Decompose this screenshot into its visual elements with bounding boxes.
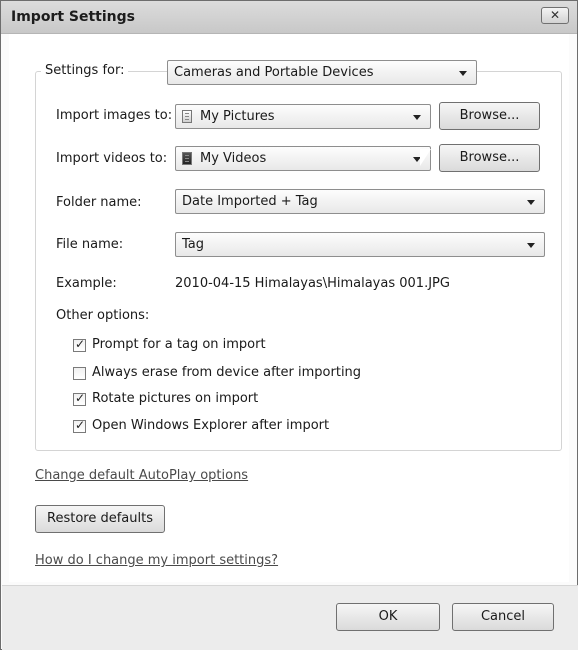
open-explorer-label: Open Windows Explorer after import [92,418,330,433]
folder-name-label: Folder name: [56,195,142,210]
restore-defaults-button[interactable]: Restore defaults [35,505,165,533]
erase-device-checkbox[interactable] [73,367,86,380]
browse-videos-label: Browse... [459,150,520,165]
mouse-pointer-icon [420,149,431,166]
cancel-label: Cancel [480,609,526,624]
prompt-tag-checkbox[interactable] [73,337,86,352]
settings-for-label: Settings for: [41,63,129,78]
folder-name-value: Date Imported + Tag [182,194,318,209]
folder-name-dropdown[interactable]: Date Imported + Tag [175,189,545,214]
chevron-down-icon [527,200,535,205]
import-settings-help-link[interactable]: How do I change my import settings? [35,553,278,568]
dialog-title: Import Settings [11,9,135,25]
close-button[interactable]: ✕ [541,7,569,24]
import-videos-dropdown[interactable]: My Videos [175,146,431,171]
import-videos-label: Import videos to: [56,151,168,166]
import-settings-dialog: Import Settings ✕ Settings for: Cameras … [0,0,578,650]
chevron-down-icon [459,71,467,76]
title-bar: Import Settings ✕ [1,1,577,34]
file-name-dropdown[interactable]: Tag [175,232,545,257]
file-name-label: File name: [56,237,124,252]
import-videos-value: My Videos [200,151,267,166]
ok-label: OK [378,609,398,624]
import-images-dropdown[interactable]: My Pictures [175,104,431,129]
ok-button[interactable]: OK [336,603,440,631]
open-explorer-checkbox[interactable] [73,418,86,433]
import-images-label: Import images to: [56,108,173,123]
rotate-pictures-label: Rotate pictures on import [92,391,259,406]
file-name-value: Tag [182,237,205,252]
close-icon: ✕ [549,8,561,22]
rotate-pictures-checkbox[interactable] [73,391,86,406]
erase-device-label: Always erase from device after importing [92,365,362,380]
import-images-value: My Pictures [200,109,275,124]
pictures-folder-icon [182,110,192,123]
other-options-label: Other options: [56,308,150,323]
restore-defaults-label: Restore defaults [47,511,153,526]
browse-videos-button[interactable]: Browse... [439,144,540,172]
settings-for-value: Cameras and Portable Devices [174,65,374,80]
chevron-down-icon [413,115,421,120]
videos-folder-icon [182,152,192,165]
browse-images-label: Browse... [459,108,520,123]
prompt-tag-label: Prompt for a tag on import [92,337,266,352]
example-label: Example: [56,276,117,291]
settings-for-dropdown[interactable]: Cameras and Portable Devices [167,60,477,85]
example-value: 2010-04-15 Himalayas\Himalayas 001.JPG [175,276,450,291]
chevron-down-icon [527,243,535,248]
cancel-button[interactable]: Cancel [452,603,554,631]
browse-images-button[interactable]: Browse... [439,102,540,130]
autoplay-options-link[interactable]: Change default AutoPlay options [35,468,248,483]
